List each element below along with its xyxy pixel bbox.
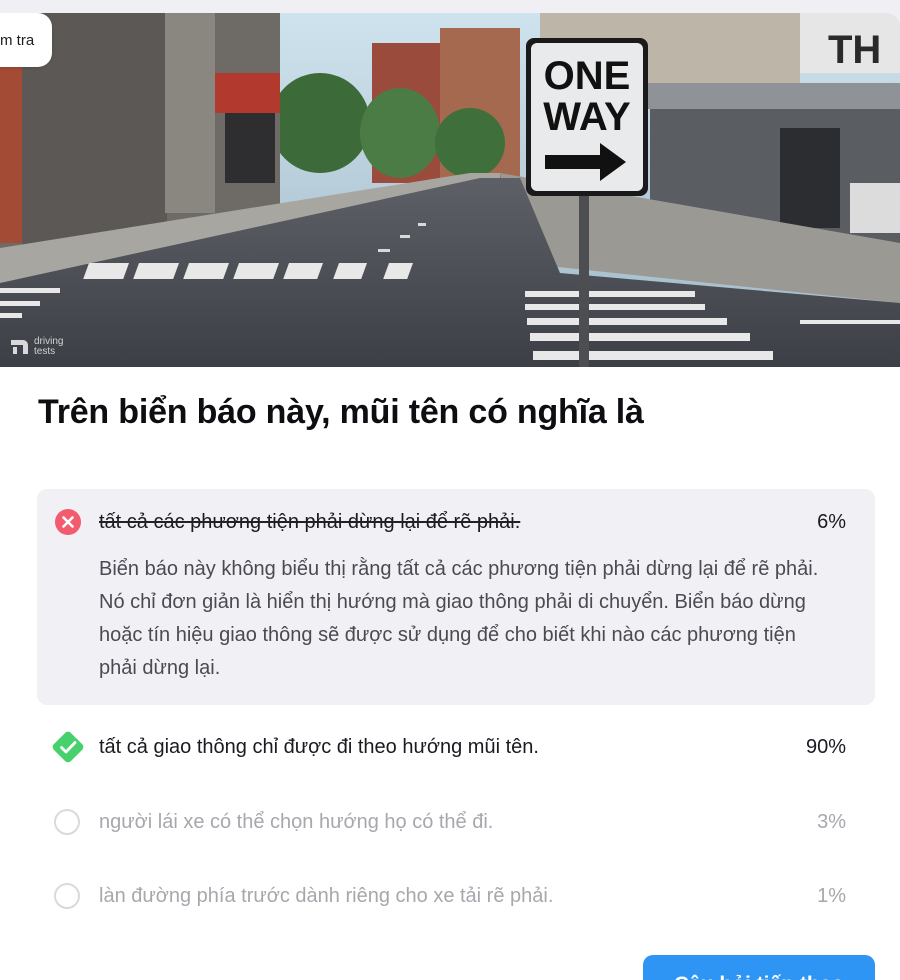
sign-line-two: WAY bbox=[543, 95, 631, 139]
answer-list: tất cả các phương tiện phải dừng lại để … bbox=[37, 489, 875, 933]
question-image: TH ONE WAY m tra driving tests bbox=[0, 13, 900, 367]
answer-option-correct[interactable]: tất cả giao thông chỉ được đi theo hướng… bbox=[37, 709, 875, 785]
answer-percent: 3% bbox=[817, 810, 846, 833]
watermark-line-2: tests bbox=[34, 346, 56, 357]
driving-tests-logo-icon bbox=[11, 340, 28, 354]
answer-option-wrong[interactable]: tất cả các phương tiện phải dừng lại để … bbox=[37, 489, 875, 705]
next-question-button[interactable]: Câu hỏi tiếp theo bbox=[643, 955, 875, 980]
answer-text: tất cả giao thông chỉ được đi theo hướng… bbox=[99, 735, 539, 758]
driving-tests-watermark: driving tests bbox=[8, 336, 63, 358]
sign-line-one: ONE bbox=[544, 54, 631, 98]
radio-circle-icon bbox=[54, 809, 80, 835]
answer-text: làn đường phía trước dành riêng cho xe t… bbox=[99, 884, 554, 907]
answer-text: người lái xe có thể chọn hướng họ có thể… bbox=[99, 810, 494, 833]
answer-percent: 1% bbox=[817, 884, 846, 907]
section-badge-label: m tra bbox=[0, 31, 35, 49]
building-sign-text: TH bbox=[828, 28, 881, 72]
section-badge[interactable]: m tra bbox=[0, 13, 53, 67]
question-card: TH ONE WAY m tra driving tests Trên biển… bbox=[0, 13, 900, 980]
one-way-sign: ONE WAY bbox=[526, 38, 648, 196]
street-scene-illustration: TH ONE WAY bbox=[0, 13, 900, 367]
question-title: Trên biển báo này, mũi tên có nghĩa là bbox=[38, 393, 644, 431]
answer-text: tất cả các phương tiện phải dừng lại để … bbox=[99, 510, 521, 533]
answer-option[interactable]: người lái xe có thể chọn hướng họ có thể… bbox=[37, 785, 875, 859]
wrong-x-icon bbox=[55, 509, 81, 535]
answer-percent: 6% bbox=[817, 510, 846, 533]
answer-option[interactable]: làn đường phía trước dành riêng cho xe t… bbox=[37, 859, 875, 933]
answer-explanation: Biển báo này không biểu thị rằng tất cả … bbox=[99, 558, 819, 679]
radio-circle-icon bbox=[54, 883, 80, 909]
answer-percent: 90% bbox=[805, 735, 846, 758]
correct-check-icon bbox=[52, 731, 84, 763]
